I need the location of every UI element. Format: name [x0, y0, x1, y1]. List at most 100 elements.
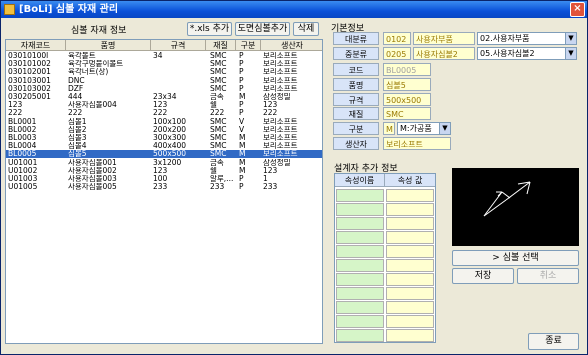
attr-name-cell[interactable]: [336, 231, 384, 244]
attr-value-header: 속성 값: [385, 174, 435, 187]
table-cell: 030102001: [8, 68, 51, 77]
attr-value-cell[interactable]: [386, 245, 434, 258]
table-row[interactable]: U01002 사용자심볼002 123 쉘 M 123: [6, 166, 322, 175]
spec-field[interactable]: 500x500: [383, 93, 431, 106]
table-row[interactable]: BL0005 심볼5 500x500 SMC M 보리소프트: [6, 150, 322, 159]
table-cell: BL0001: [8, 117, 37, 126]
select-symbol-button[interactable]: > 심볼 선택: [452, 250, 579, 266]
attr-name-cell[interactable]: [336, 203, 384, 216]
material-label: 재질: [333, 107, 379, 120]
attr-value-cell[interactable]: [386, 287, 434, 300]
table-cell: 123: [263, 101, 278, 110]
table-cell: 1: [263, 175, 268, 183]
table-cell: M: [239, 134, 246, 142]
attr-name-cell[interactable]: [336, 287, 384, 300]
table-cell: BL0004: [8, 142, 37, 151]
table-row[interactable]: BL0004 심볼4 400x400 SMC M 보리소프트: [6, 142, 322, 151]
attr-value-cell[interactable]: [386, 203, 434, 216]
table-cell: 222: [263, 109, 278, 118]
attr-value-cell[interactable]: [386, 259, 434, 272]
maker-field[interactable]: 보리소프트: [383, 137, 451, 150]
table-row[interactable]: 03010100l 육각볼트 34 SMC P 보리소프트: [6, 52, 322, 60]
table-row[interactable]: 222 222 222 222 P 222: [6, 109, 322, 118]
table-row[interactable]: 123 사용자심볼004 123 쉘 P 123: [6, 101, 322, 110]
symbol-material-grid[interactable]: 자재코드 품명 규격 재질 구분 생산자 03010100l 육각볼트 34 SMC P…: [5, 39, 323, 344]
designer-attribute-table[interactable]: 속성이름 속성 값: [334, 173, 436, 343]
col-spec[interactable]: 규격: [151, 40, 206, 51]
large-category-selected: 02.사용자부품: [480, 34, 530, 43]
table-row[interactable]: 030103001 DNC SMC P 보리소프트: [6, 76, 322, 85]
attr-value-cell[interactable]: [386, 217, 434, 230]
material-field[interactable]: SMC: [383, 107, 431, 120]
code-field[interactable]: BL0005: [383, 63, 431, 76]
table-row[interactable]: BL0001 심볼1 100x100 SMC V 보리소프트: [6, 117, 322, 126]
table-cell: 030103002: [8, 84, 51, 93]
attr-name-cell[interactable]: [336, 189, 384, 202]
save-button[interactable]: 저장: [452, 268, 514, 284]
col-material[interactable]: 재질: [206, 40, 236, 51]
add-drawing-symbol-button[interactable]: 도면심볼추가: [235, 22, 290, 36]
name-field[interactable]: 심볼5: [383, 78, 431, 91]
delete-button[interactable]: 삭제: [293, 22, 319, 36]
table-cell: 보리소프트: [263, 60, 298, 69]
table-cell: 사용자심볼002: [68, 166, 117, 175]
table-row[interactable]: 030205001 444 23x34 금속 M 삼성정밀: [6, 93, 322, 101]
attr-value-cell[interactable]: [386, 301, 434, 314]
col-maker[interactable]: 생산자: [261, 40, 322, 51]
table-cell: 400x400: [153, 142, 187, 151]
table-cell: P: [239, 52, 244, 60]
table-row[interactable]: 030101002 육각구멍붙이볼트 SMC P 보리소프트: [6, 60, 322, 69]
table-row[interactable]: BL0003 심볼3 300x300 SMC M 보리소프트: [6, 134, 322, 142]
table-cell: 123: [153, 166, 168, 175]
large-category-select[interactable]: 02.사용자부품 ▼: [477, 32, 577, 45]
table-row[interactable]: U01005 사용자심볼005 233 233 P 233: [6, 183, 322, 192]
mid-category-code: 0205: [383, 47, 411, 60]
mid-category-select[interactable]: 05.사용자심볼2 ▼: [477, 47, 577, 60]
chevron-down-icon[interactable]: ▼: [565, 33, 576, 44]
add-xls-button[interactable]: *.xls 추가: [187, 22, 232, 36]
col-name[interactable]: 품명: [66, 40, 151, 51]
table-cell: 233: [210, 183, 225, 192]
table-row[interactable]: U01001 사용자심볼001 3x1200 금속 M 삼성정밀: [6, 159, 322, 167]
attr-value-cell[interactable]: [386, 329, 434, 342]
type-select[interactable]: M:가공품 ▼: [397, 122, 451, 135]
close-button[interactable]: ×: [570, 2, 585, 17]
table-cell: M: [239, 142, 246, 151]
col-code[interactable]: 자재코드: [6, 40, 66, 51]
table-cell: 보리소프트: [263, 52, 298, 60]
exit-button[interactable]: 종료: [528, 333, 579, 350]
table-cell: U01003: [8, 175, 38, 183]
table-cell: 알루,...: [210, 175, 234, 183]
table-cell: 삼성정밀: [263, 93, 291, 101]
table-cell: 123: [263, 166, 278, 175]
col-type[interactable]: 구분: [236, 40, 261, 51]
table-cell: 030205001: [8, 93, 51, 101]
attr-value-cell[interactable]: [386, 231, 434, 244]
table-row[interactable]: 030102001 육각너트(상) SMC P 보리소프트: [6, 68, 322, 77]
cancel-button[interactable]: 취소: [517, 268, 579, 284]
table-cell: BL0005: [8, 150, 37, 159]
attr-value-cell[interactable]: [386, 273, 434, 286]
table-cell: 100: [153, 175, 168, 183]
attr-name-cell[interactable]: [336, 217, 384, 230]
table-row[interactable]: BL0002 심볼2 200x200 SMC V 보리소프트: [6, 125, 322, 134]
table-cell: SMC: [210, 60, 227, 69]
table-cell: SMC: [210, 142, 227, 151]
attr-name-cell[interactable]: [336, 315, 384, 328]
attr-name-cell[interactable]: [336, 259, 384, 272]
attr-name-cell[interactable]: [336, 329, 384, 342]
attr-value-cell[interactable]: [386, 315, 434, 328]
attr-name-cell[interactable]: [336, 301, 384, 314]
attr-name-cell[interactable]: [336, 273, 384, 286]
table-cell: 심볼1: [68, 117, 87, 126]
chevron-down-icon[interactable]: ▼: [439, 123, 450, 134]
table-cell: [153, 68, 205, 76]
table-cell: 보리소프트: [263, 125, 298, 134]
attr-value-cell[interactable]: [386, 189, 434, 202]
chevron-down-icon[interactable]: ▼: [565, 48, 576, 59]
table-cell: 쉘: [210, 101, 217, 110]
attr-name-cell[interactable]: [336, 245, 384, 258]
table-cell: SMC: [210, 76, 227, 85]
table-row[interactable]: 030103002 DZF SMC P 보리소프트: [6, 84, 322, 93]
table-row[interactable]: U01003 사용자심볼003 100 알루,... P 1: [6, 175, 322, 183]
